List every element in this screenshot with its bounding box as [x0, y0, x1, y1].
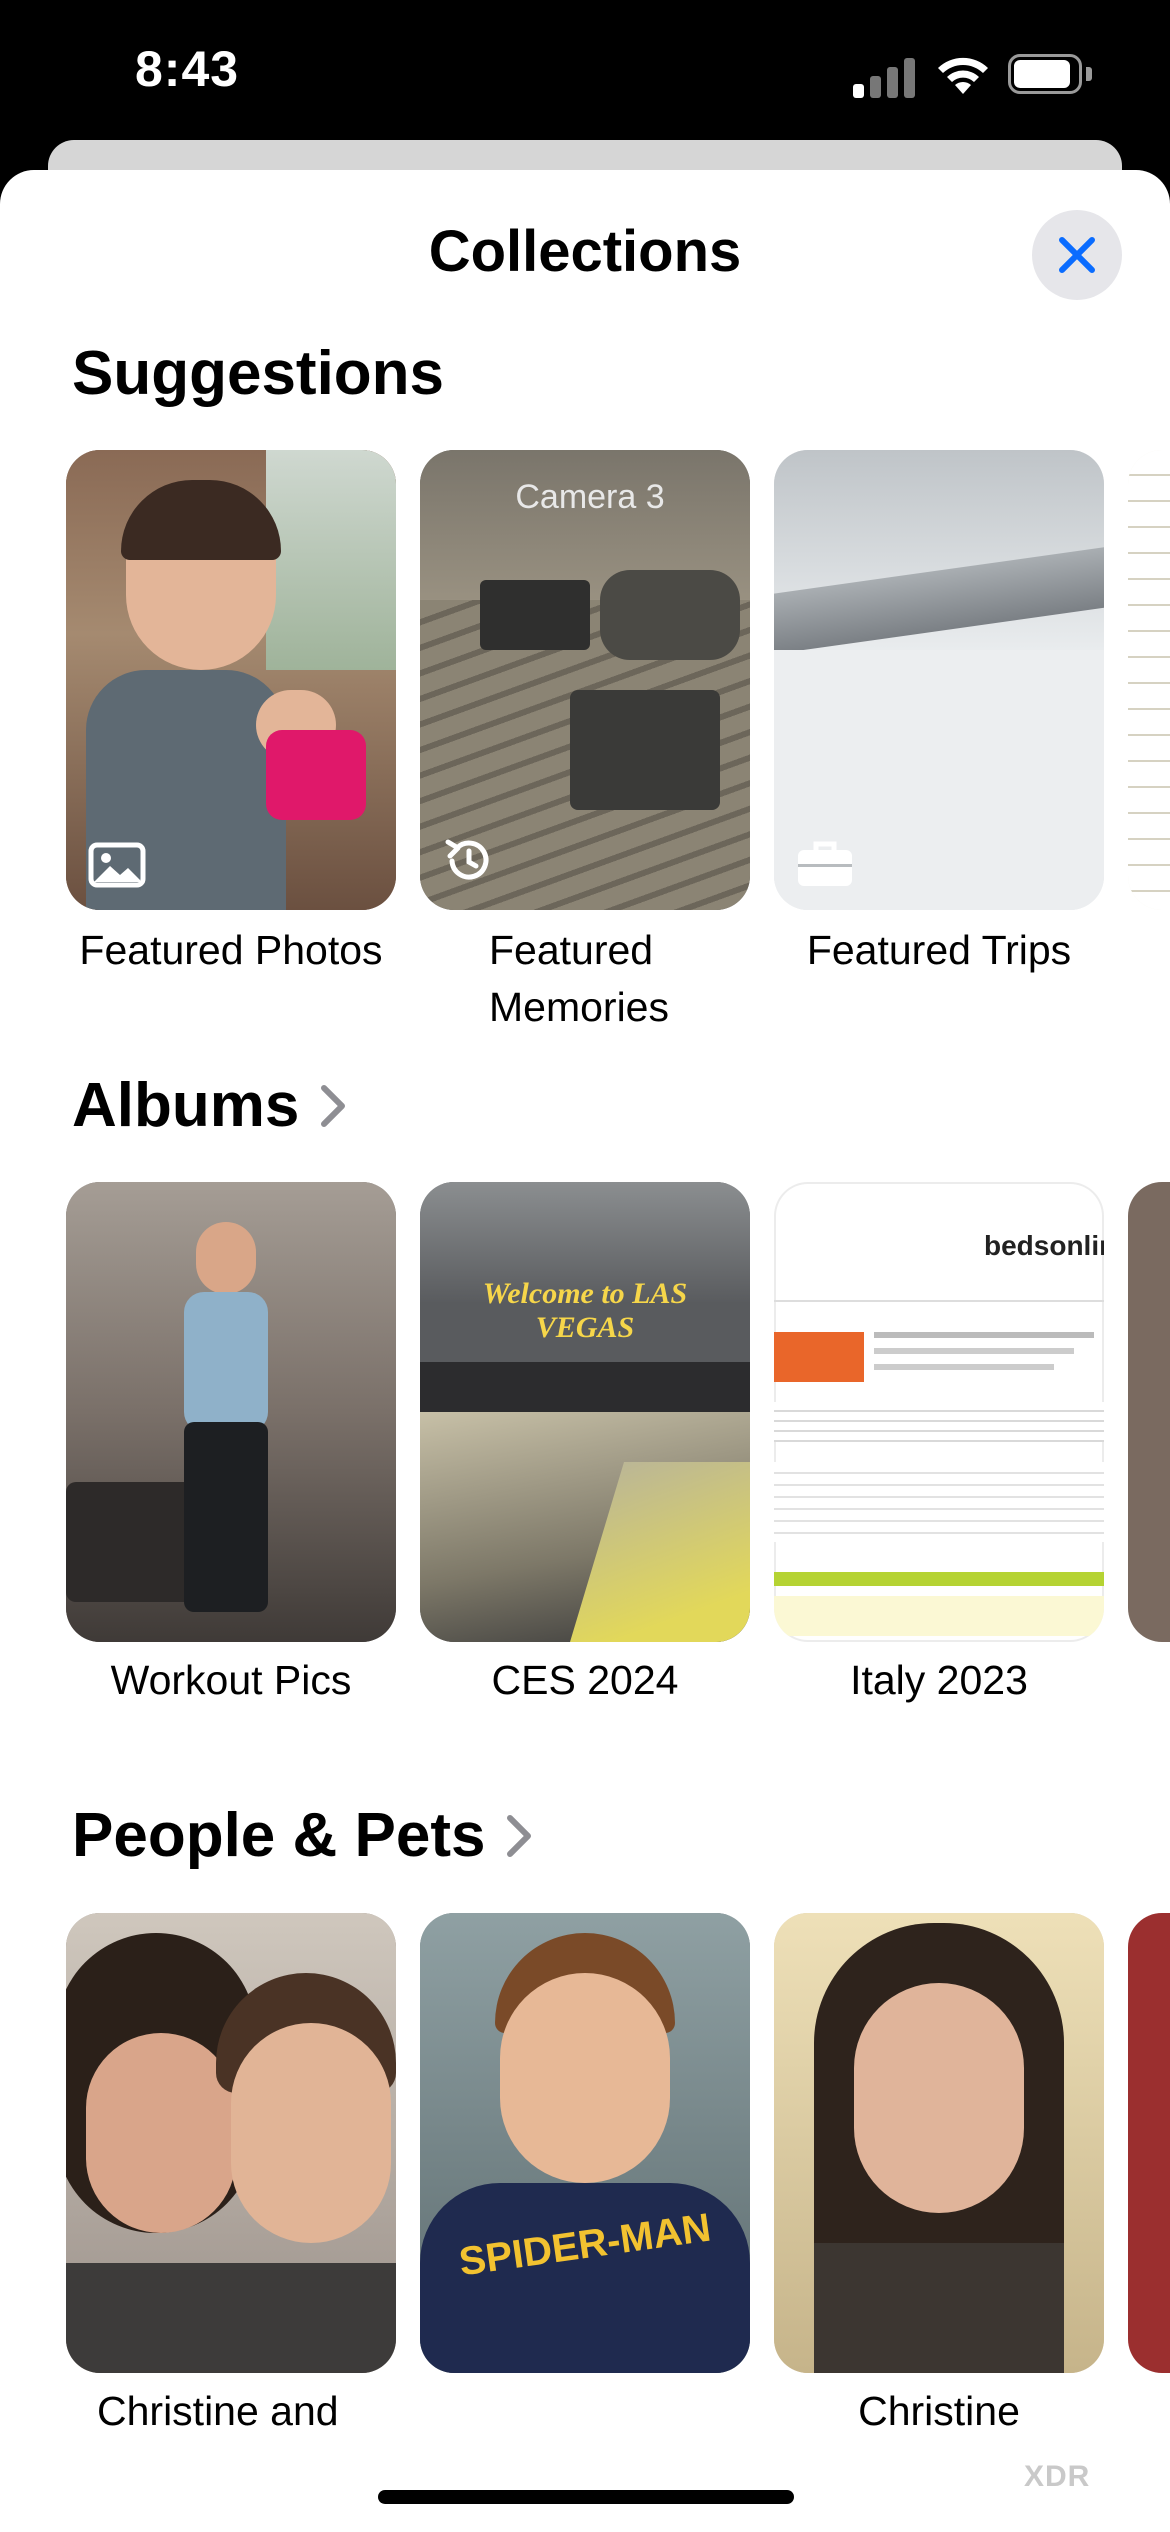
- person-tile-unnamed[interactable]: SPIDER-MAN: [420, 1913, 750, 2373]
- xdr-watermark: XDR: [1024, 2460, 1091, 2493]
- album-tile-italy-2023[interactable]: bedsonline: [774, 1182, 1104, 1642]
- section-title-people-pets[interactable]: People & Pets: [72, 1800, 533, 1871]
- memories-icon: [445, 839, 489, 880]
- section-title-suggestions: Suggestions: [72, 339, 445, 408]
- photo-icon: [88, 842, 146, 888]
- close-button[interactable]: [1032, 210, 1122, 300]
- tile-label: Workout Pics: [110, 1657, 352, 1703]
- album-tile-partial[interactable]: [1128, 1182, 1170, 1642]
- sheet-title: Collections: [428, 219, 742, 284]
- chevron-right-icon: [321, 1084, 346, 1127]
- collections-sheet: Collections Suggestions Featured Photos …: [0, 170, 1170, 2532]
- camera-overlay-text: Camera 3: [515, 478, 665, 516]
- home-indicator[interactable]: [378, 2490, 794, 2504]
- suggestion-tile-featured-memories[interactable]: Camera 3: [420, 450, 750, 910]
- tile-label: CES 2024: [491, 1657, 679, 1703]
- tile-label: Featured Trips: [806, 927, 1072, 973]
- chevron-right-icon: [507, 1814, 532, 1857]
- status-time: 8:43: [135, 41, 240, 97]
- suggestion-tile-partial[interactable]: [1128, 450, 1170, 910]
- las-vegas-sign-text: Welcome to LAS VEGAS: [482, 1277, 688, 1344]
- status-bar: 8:43: [0, 0, 1170, 160]
- tile-label: Featured Photos: [79, 927, 383, 973]
- tile-label: Italy 2023: [850, 1657, 1028, 1703]
- battery-icon: [1008, 54, 1092, 96]
- briefcase-icon: [798, 841, 852, 886]
- wifi-icon: [938, 57, 988, 94]
- person-tile-partial[interactable]: [1128, 1913, 1170, 2373]
- close-icon: [1059, 237, 1095, 273]
- tile-label: Christine: [858, 2388, 1020, 2434]
- person-tile-christine-and[interactable]: [66, 1913, 396, 2373]
- suggestion-tile-featured-trips[interactable]: [774, 450, 1104, 910]
- tile-label: Christine and: [97, 2388, 339, 2434]
- album-tile-ces-2024[interactable]: Welcome to LAS VEGAS: [420, 1182, 750, 1642]
- person-tile-christine[interactable]: [774, 1913, 1104, 2373]
- section-title-albums[interactable]: Albums: [72, 1070, 347, 1141]
- album-tile-workout-pics[interactable]: [66, 1182, 396, 1642]
- tile-label: Featured Memories: [489, 927, 669, 1030]
- cellular-signal-icon: [853, 56, 915, 98]
- suggestion-tile-featured-photos[interactable]: [66, 450, 396, 910]
- bedsonline-logo-text: bedsonline: [984, 1230, 1104, 1261]
